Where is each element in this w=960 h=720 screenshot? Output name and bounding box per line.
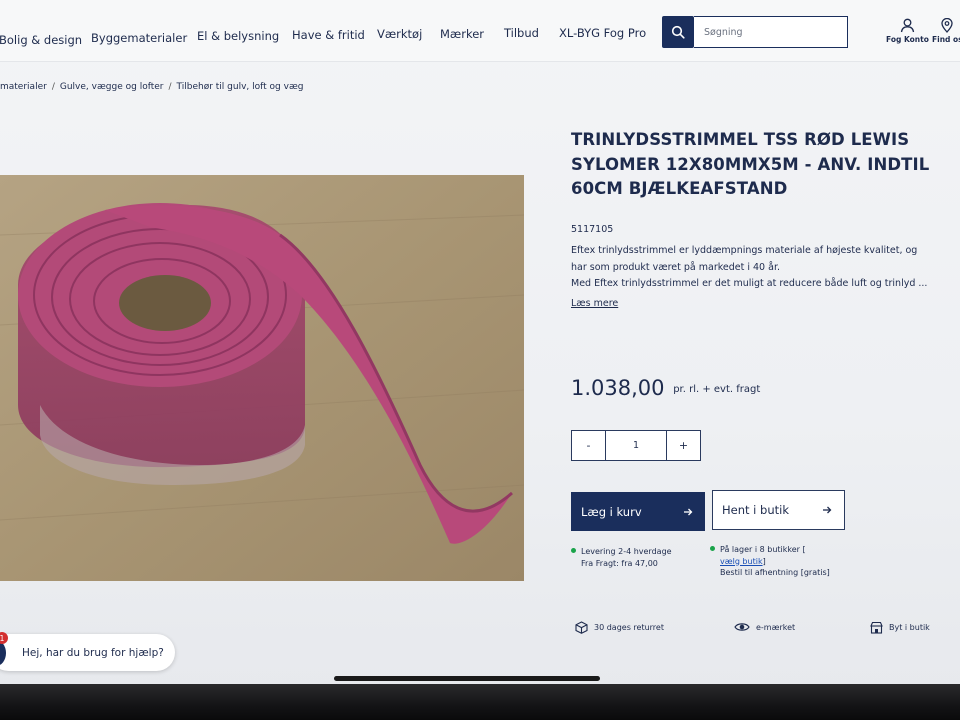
device-bezel bbox=[0, 684, 960, 720]
stock-info: På lager i 8 butikker [ vælg butik] Best… bbox=[710, 544, 830, 579]
search-input[interactable] bbox=[694, 16, 848, 48]
chat-widget-button[interactable]: Hej, har du brug for hjælp? bbox=[0, 634, 175, 671]
site-header: Bolig & design Byggematerialer El & bely… bbox=[0, 0, 960, 62]
usp-emaerket: e-mærket bbox=[734, 621, 795, 633]
search-button[interactable] bbox=[662, 16, 694, 48]
price-value: 1.038,00 bbox=[571, 376, 665, 400]
pickup-label: Hent i butik bbox=[722, 503, 789, 517]
price: 1.038,00 pr. rl. + evt. fragt bbox=[571, 376, 760, 400]
description-line: Med Eftex trinlydsstrimmel er det muligt… bbox=[571, 278, 928, 289]
product-photo bbox=[0, 175, 524, 581]
choose-store-link[interactable]: vælg butik bbox=[720, 557, 763, 566]
description-line: Eftex trinlydsstrimmel er lyddæmpnings m… bbox=[571, 245, 918, 256]
quantity-increase-button[interactable]: + bbox=[666, 431, 700, 460]
bracket-close: ] bbox=[762, 556, 766, 566]
pickup-note: Bestil til afhentning [gratis] bbox=[720, 568, 830, 577]
add-to-cart-button[interactable]: Læg i kurv bbox=[571, 492, 705, 531]
arrow-right-icon bbox=[823, 506, 832, 514]
nav-item-byggematerialer[interactable]: Byggematerialer bbox=[91, 31, 187, 45]
status-dot-icon bbox=[571, 548, 576, 553]
store-icon bbox=[870, 621, 883, 634]
usp-exchange: Byt i butik bbox=[870, 621, 930, 634]
search-icon bbox=[671, 25, 685, 39]
breadcrumb-item[interactable]: Gulve, vægge og lofter bbox=[60, 82, 164, 92]
nav-item-tilbud[interactable]: Tilbud bbox=[504, 26, 539, 40]
browser-viewport: Bolig & design Byggematerialer El & bely… bbox=[0, 0, 960, 690]
nav-item-have-fritid[interactable]: Have & fritid bbox=[292, 28, 365, 42]
find-store-link[interactable]: Find os bbox=[932, 18, 960, 44]
stock-status: På lager i 8 butikker [ bbox=[720, 545, 806, 554]
home-indicator bbox=[334, 676, 600, 681]
nav-item-el-belysning[interactable]: El & belysning bbox=[197, 29, 279, 43]
breadcrumb-item[interactable]: Tilbehør til gulv, loft og væg bbox=[177, 82, 304, 92]
nav-item-vaerktoej[interactable]: Værktøj bbox=[377, 27, 422, 41]
product-image[interactable] bbox=[0, 175, 524, 581]
quantity-input[interactable] bbox=[606, 431, 666, 460]
add-to-cart-label: Læg i kurv bbox=[581, 504, 642, 519]
pickup-in-store-button[interactable]: Hent i butik bbox=[712, 490, 845, 530]
usp-label: Byt i butik bbox=[889, 623, 930, 632]
find-label: Find os bbox=[932, 35, 960, 44]
arrow-right-icon bbox=[684, 508, 693, 515]
nav-item-maerker[interactable]: Mærker bbox=[440, 27, 484, 41]
location-pin-icon bbox=[941, 18, 953, 33]
usp-return: 30 dages returret bbox=[575, 621, 664, 634]
status-dot-icon bbox=[710, 546, 715, 551]
box-icon bbox=[575, 621, 588, 634]
delivery-info: Levering 2-4 hverdage Fra Fragt: fra 47,… bbox=[571, 546, 672, 570]
chat-label: Hej, har du brug for hjælp? bbox=[22, 646, 164, 659]
product-title: TRINLYDSSTRIMMEL TSS RØD LEWIS SYLOMER 1… bbox=[571, 130, 930, 198]
nav-item-bolig-design[interactable]: Bolig & design bbox=[0, 33, 82, 47]
eye-icon bbox=[734, 623, 750, 631]
nav-item-xl-byg-fog-pro[interactable]: XL-BYG Fog Pro bbox=[559, 26, 646, 40]
quantity-stepper: - + bbox=[571, 430, 701, 461]
account-label: Fog Konto bbox=[886, 35, 929, 44]
quantity-decrease-button[interactable]: - bbox=[572, 431, 606, 460]
description-line: har som produkt været på markedet i 40 å… bbox=[571, 261, 780, 273]
user-icon bbox=[900, 18, 915, 33]
product-sku: 5117105 bbox=[571, 224, 614, 235]
breadcrumb-item[interactable]: materialer bbox=[0, 82, 47, 92]
usp-label: 30 dages returret bbox=[594, 623, 664, 632]
read-more-link[interactable]: Læs mere bbox=[571, 298, 618, 309]
account-link[interactable]: Fog Konto bbox=[886, 18, 929, 44]
delivery-time: Levering 2-4 hverdage bbox=[581, 547, 672, 556]
delivery-cost: Fra Fragt: fra 47,00 bbox=[581, 559, 658, 568]
price-note: pr. rl. + evt. fragt bbox=[673, 384, 761, 395]
breadcrumb: materialer / Gulve, vægge og lofter / Tilbeh… bbox=[0, 82, 304, 92]
usp-label: e-mærket bbox=[756, 622, 796, 632]
product-description: Eftex trinlydsstrimmel er lyddæmpnings m… bbox=[571, 243, 936, 293]
